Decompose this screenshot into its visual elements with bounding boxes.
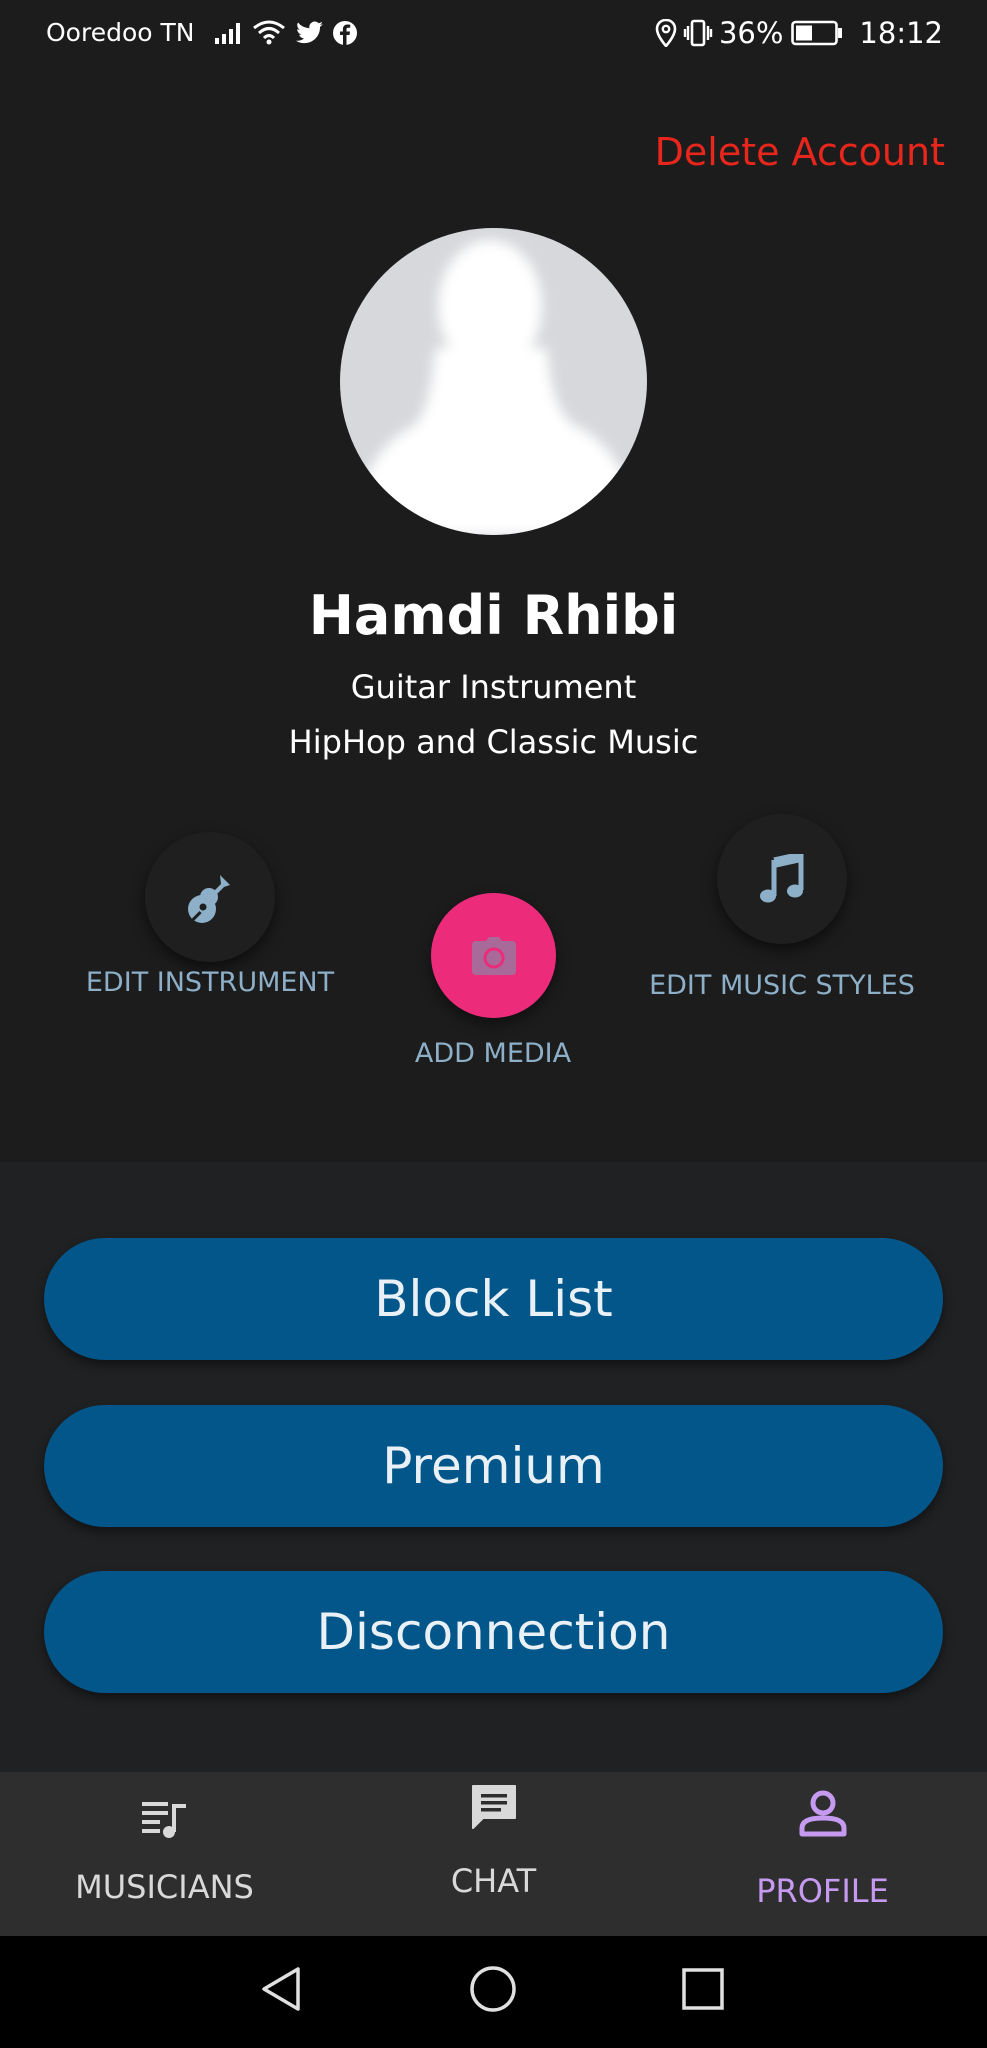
add-media-button[interactable] [431, 893, 556, 1018]
profile-name: Hamdi Rhibi [308, 584, 679, 647]
battery-percent: 36% [718, 16, 784, 50]
carrier-name: Ooredoo TN [46, 18, 195, 47]
default-user-silhouette-icon [360, 240, 630, 535]
status-left: Ooredoo TN [46, 18, 366, 47]
system-nav-bar [0, 1936, 987, 2048]
profile-instrument: Guitar Instrument [350, 668, 637, 706]
profile-screen: Ooredoo TN 36% 18:12 Delete Account Hamd… [0, 0, 987, 2048]
status-right: 36% 18:12 [655, 16, 943, 50]
home-button[interactable] [468, 1964, 518, 2018]
person-icon [799, 1790, 846, 1837]
clock: 18:12 [859, 16, 943, 50]
edit-music-styles-label[interactable]: EDIT MUSIC STYLES [632, 970, 932, 1001]
nav-label-musicians: MUSICIANS [75, 1868, 254, 1906]
twitter-icon [294, 21, 324, 45]
profile-music-styles: HipHop and Classic Music [288, 723, 699, 761]
back-button[interactable] [258, 1964, 308, 2018]
nav-label-profile: PROFILE [756, 1872, 889, 1910]
premium-button[interactable]: Premium [44, 1405, 943, 1527]
delete-account-link[interactable]: Delete Account [655, 130, 945, 174]
chat-icon [471, 1785, 516, 1829]
location-icon [655, 19, 677, 47]
status-bar: Ooredoo TN 36% 18:12 [0, 0, 987, 74]
bottom-nav: MUSICIANS CHAT PROFILE [0, 1772, 987, 1936]
guitar-icon [188, 875, 230, 923]
battery-icon [791, 20, 843, 46]
edit-instrument-label[interactable]: EDIT INSTRUMENT [60, 967, 360, 998]
disconnection-button[interactable]: Disconnection [44, 1571, 943, 1693]
nav-item-profile[interactable]: PROFILE [658, 1772, 987, 1936]
nav-item-musicians[interactable]: MUSICIANS [0, 1772, 329, 1936]
recents-icon [682, 1968, 724, 2010]
home-icon [470, 1966, 516, 2012]
edit-instrument-button[interactable] [145, 832, 275, 962]
playlist-music-icon [141, 1802, 186, 1838]
block-list-button[interactable]: Block List [44, 1238, 943, 1360]
recents-button[interactable] [678, 1964, 728, 2018]
facebook-icon [332, 20, 358, 46]
back-icon [262, 1967, 300, 2011]
signal-icon [214, 21, 244, 45]
add-media-label[interactable]: ADD MEDIA [343, 1038, 643, 1069]
wifi-icon [252, 20, 286, 46]
nav-item-chat[interactable]: CHAT [329, 1772, 658, 1936]
nav-label-chat: CHAT [450, 1862, 537, 1900]
edit-music-styles-button[interactable] [717, 814, 847, 944]
camera-icon [471, 936, 516, 975]
avatar[interactable] [340, 228, 647, 535]
music-note-icon [760, 854, 804, 903]
vibrate-icon [683, 19, 713, 47]
